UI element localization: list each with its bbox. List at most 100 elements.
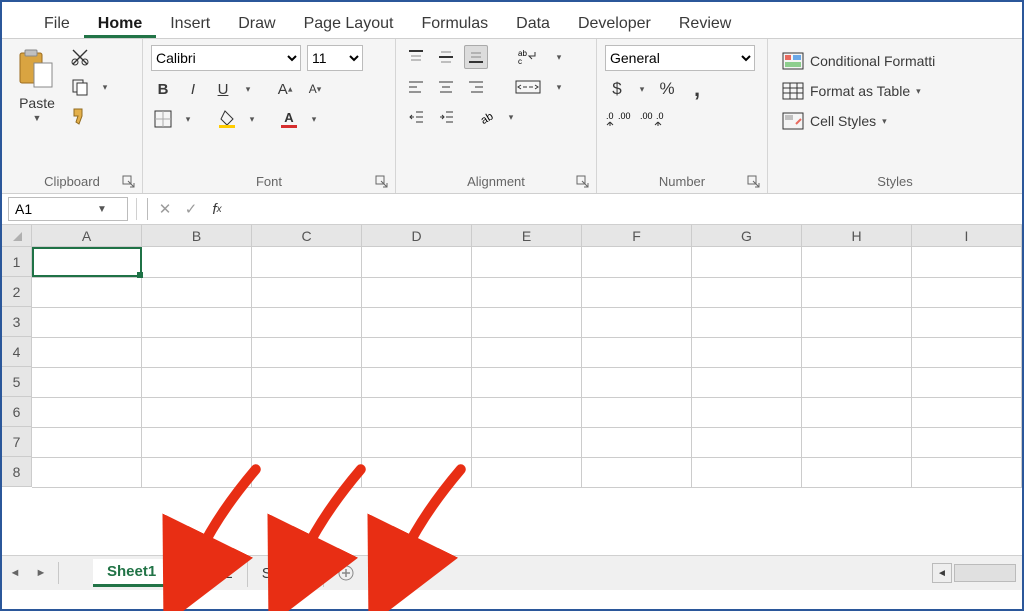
increase-font-button[interactable]: A▾ [273,77,297,101]
scroll-left-button[interactable]: ◄ [932,563,952,583]
row-header[interactable]: 5 [2,367,32,397]
paste-icon [16,47,58,93]
column-header[interactable]: F [582,225,692,247]
formula-bar: ▼ ✕ ✓ fx [2,194,1022,225]
paste-button[interactable]: Paste ▼ [10,45,64,167]
align-center-button[interactable] [434,75,458,99]
decrease-indent-button[interactable] [404,105,428,129]
column-header[interactable]: G [692,225,802,247]
formula-input[interactable] [230,197,1022,221]
format-as-table-button[interactable]: Format as Table ▾ [776,79,941,103]
column-header[interactable]: D [362,225,472,247]
merge-center-button[interactable] [510,75,546,99]
merge-dropdown[interactable]: ▾ [552,75,566,99]
dialog-launcher-icon[interactable] [122,175,136,189]
sheet-tab-bar: ◄ ► Sheet1 Sheet2 Sheet3 ◄ [2,555,1022,590]
increase-indent-button[interactable] [434,105,458,129]
select-all-corner[interactable] [2,225,32,247]
row-header[interactable]: 8 [2,457,32,487]
align-right-button[interactable] [464,75,488,99]
horizontal-scrollbar[interactable]: ◄ [932,563,1022,583]
tab-insert[interactable]: Insert [156,9,224,38]
fill-color-dropdown[interactable]: ▾ [245,107,259,131]
dialog-launcher-icon[interactable] [576,175,590,189]
font-color-dropdown[interactable]: ▾ [307,107,321,131]
column-header[interactable]: E [472,225,582,247]
tab-draw[interactable]: Draw [224,9,289,38]
sheet-nav-next-button[interactable]: ► [30,562,52,584]
align-bottom-button[interactable] [464,45,488,69]
tab-formulas[interactable]: Formulas [407,9,502,38]
row-header[interactable]: 1 [2,247,32,277]
wrap-text-button[interactable]: abc [510,45,546,69]
row-header[interactable]: 7 [2,427,32,457]
enter-formula-button[interactable]: ✓ [178,198,204,220]
paste-label: Paste [19,95,55,111]
cell-reference-input[interactable] [13,200,95,218]
svg-text:c: c [518,57,522,66]
spreadsheet-grid: A B C D E F G H I 1 2 3 4 5 6 7 8 [2,225,1022,555]
row-header[interactable]: 4 [2,337,32,367]
table-icon [782,82,804,100]
copy-button[interactable] [68,75,92,99]
underline-dropdown[interactable]: ▾ [241,77,255,101]
font-family-select[interactable]: Calibri [151,45,301,71]
orientation-button[interactable]: ab [474,105,498,129]
styles-group-label: Styles [768,169,1022,193]
column-header[interactable]: C [252,225,362,247]
cell-styles-button[interactable]: Cell Styles ▾ [776,109,941,133]
cell-area[interactable] [32,247,1022,488]
tab-review[interactable]: Review [665,9,745,38]
underline-button[interactable]: U [211,77,235,101]
number-format-select[interactable]: General [605,45,755,71]
tab-file[interactable]: File [30,9,84,38]
sheet-tab[interactable]: Sheet2 [171,559,248,587]
ribbon-tabs: File Home Insert Draw Page Layout Formul… [2,2,1022,39]
column-header[interactable]: B [142,225,252,247]
cancel-formula-button[interactable]: ✕ [152,198,178,220]
row-header[interactable]: 3 [2,307,32,337]
decrease-decimal-button[interactable]: .00.0 [639,107,667,131]
chevron-down-icon[interactable]: ▼ [95,204,109,215]
align-top-button[interactable] [404,45,428,69]
dialog-launcher-icon[interactable] [747,175,761,189]
wrap-text-dropdown[interactable]: ▾ [552,45,566,69]
align-left-button[interactable] [404,75,428,99]
italic-button[interactable]: I [181,77,205,101]
svg-text:.0: .0 [656,111,664,121]
tab-data[interactable]: Data [502,9,564,38]
sheet-tab[interactable]: Sheet1 [93,559,171,587]
column-header[interactable]: H [802,225,912,247]
copy-dropdown[interactable]: ▾ [98,75,112,99]
font-size-select[interactable]: 11 [307,45,363,71]
align-middle-button[interactable] [434,45,458,69]
borders-dropdown[interactable]: ▾ [181,107,195,131]
borders-button[interactable] [151,107,175,131]
column-header[interactable]: A [32,225,142,247]
sheet-nav-prev-button[interactable]: ◄ [4,562,26,584]
tab-developer[interactable]: Developer [564,9,665,38]
percent-button[interactable]: % [655,77,679,101]
column-header[interactable]: I [912,225,1022,247]
conditional-formatting-button[interactable]: Conditional Formatti [776,49,941,73]
add-sheet-button[interactable] [332,559,360,587]
comma-button[interactable]: , [685,77,709,101]
name-box[interactable]: ▼ [8,197,128,221]
insert-function-button[interactable]: fx [204,198,230,220]
tab-home[interactable]: Home [84,9,156,38]
dialog-launcher-icon[interactable] [375,175,389,189]
font-color-button[interactable]: A [277,107,301,131]
tab-page-layout[interactable]: Page Layout [290,9,408,38]
row-header[interactable]: 2 [2,277,32,307]
orientation-dropdown[interactable]: ▾ [504,105,518,129]
row-header[interactable]: 6 [2,397,32,427]
bold-button[interactable]: B [151,77,175,101]
accounting-button[interactable]: $ [605,77,629,101]
sheet-tab[interactable]: Sheet3 [248,559,325,587]
accounting-dropdown[interactable]: ▾ [635,77,649,101]
fill-color-button[interactable] [215,107,239,131]
decrease-font-button[interactable]: A▾ [303,77,327,101]
cut-button[interactable] [68,45,92,69]
format-painter-button[interactable] [68,105,92,129]
increase-decimal-button[interactable]: .0.00 [605,107,633,131]
